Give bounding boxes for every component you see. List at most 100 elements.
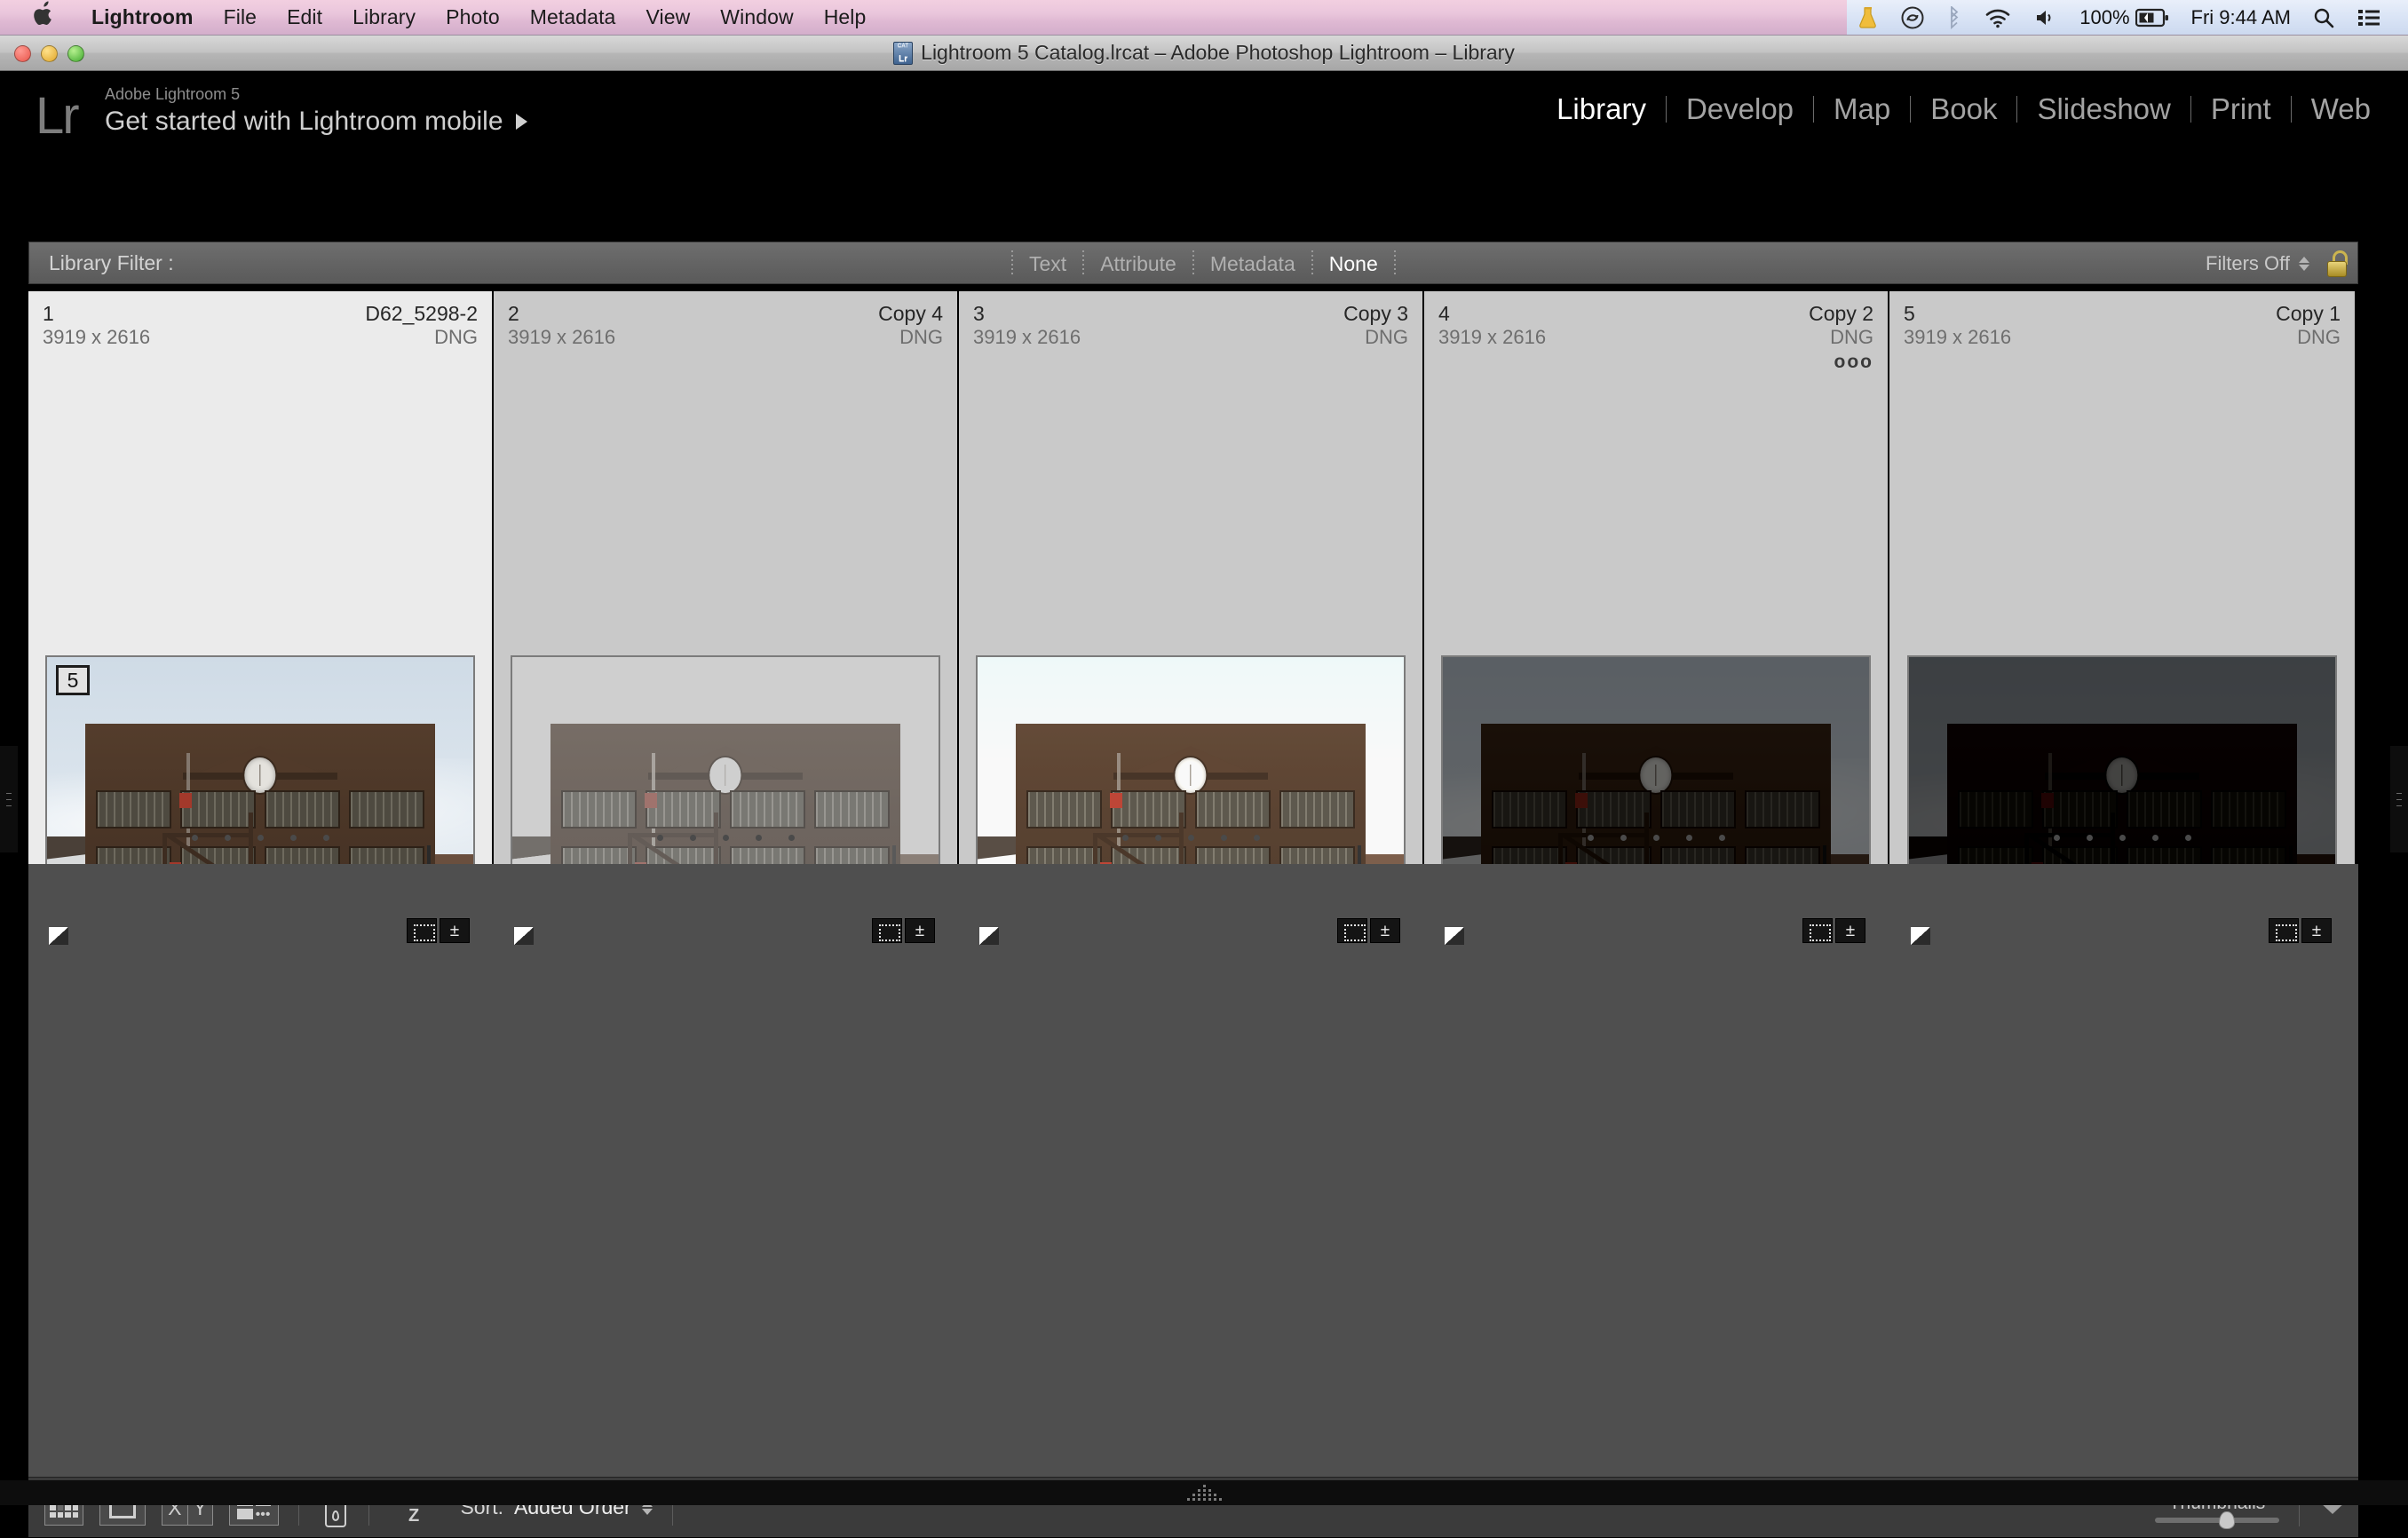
filter-tab-attribute[interactable]: Attribute [1086, 252, 1191, 276]
rating-dot[interactable] [2152, 835, 2158, 841]
develop-adjust-badge-icon[interactable]: ± [440, 918, 470, 943]
thumbnail-badges: ± [1802, 918, 1865, 943]
volume-icon[interactable] [2023, 0, 2069, 36]
padlock-open-icon[interactable] [2325, 250, 2349, 277]
menu-window[interactable]: Window [705, 0, 808, 35]
rating-dot[interactable] [2185, 835, 2191, 841]
rating-dot[interactable] [323, 835, 329, 841]
left-panel-collapse-handle[interactable] [0, 746, 18, 852]
rating-dot[interactable] [2087, 835, 2093, 841]
crop-badge-icon[interactable] [1802, 918, 1833, 943]
grid-cell[interactable]: 3 Copy 3 3919 x 2616 DNG [959, 291, 1424, 864]
rating-dot[interactable] [1719, 835, 1725, 841]
rating-dot[interactable] [192, 835, 198, 841]
clipping-corner-indicator [1911, 927, 1930, 945]
grid-cell[interactable]: 5 Copy 1 3919 x 2616 DNG [1889, 291, 2355, 864]
wifi-icon[interactable] [1973, 0, 2023, 36]
cell-index: 3 [973, 302, 985, 326]
identity-promo-row[interactable]: Get started with Lightroom mobile [105, 105, 527, 139]
module-book[interactable]: Book [1911, 92, 2016, 126]
notification-center-icon[interactable] [2346, 0, 2392, 36]
bluetooth-icon[interactable] [1936, 0, 1973, 36]
rating-dot[interactable] [2119, 835, 2126, 841]
crop-badge-icon[interactable] [407, 918, 437, 943]
menu-file[interactable]: File [209, 0, 272, 35]
cell-filename: Copy 1 [2276, 302, 2341, 326]
chevron-updown-icon[interactable] [2299, 257, 2309, 271]
module-web[interactable]: Web [2292, 92, 2390, 126]
cell-extra-badge[interactable]: ooo [1438, 354, 1873, 370]
rating-dot[interactable] [1188, 835, 1194, 841]
grid-cell[interactable]: 4 Copy 2 3919 x 2616 DNG ooo [1424, 291, 1889, 864]
rating-stars[interactable] [959, 835, 1422, 841]
flask-icon[interactable] [1847, 0, 1889, 36]
menu-photo[interactable]: Photo [431, 0, 515, 35]
filmstrip-collapse-handle[interactable] [0, 1480, 2408, 1505]
module-map[interactable]: Map [1814, 92, 1910, 126]
menu-bar-clock[interactable]: Fri 9:44 AM [2181, 6, 2301, 29]
rating-dot[interactable] [1686, 835, 1692, 841]
crop-badge-icon[interactable] [1337, 918, 1367, 943]
rating-dot[interactable] [290, 835, 297, 841]
rating-dot[interactable] [1122, 835, 1129, 841]
rating-stars[interactable] [1424, 835, 1888, 841]
rating-dot[interactable] [690, 835, 696, 841]
zoom-window-button[interactable] [67, 45, 84, 62]
empty-grid-area[interactable] [28, 864, 2358, 1477]
module-develop[interactable]: Develop [1667, 92, 1813, 126]
menu-edit[interactable]: Edit [272, 0, 337, 35]
rating-dot[interactable] [257, 835, 264, 841]
crop-badge-icon[interactable] [2269, 918, 2299, 943]
rating-dot[interactable] [1653, 835, 1659, 841]
menu-metadata[interactable]: Metadata [515, 0, 631, 35]
rating-stars[interactable] [28, 835, 492, 841]
develop-adjust-badge-icon[interactable]: ± [1370, 918, 1400, 943]
filter-tab-metadata[interactable]: Metadata [1196, 252, 1310, 276]
rating-dot[interactable] [1155, 835, 1161, 841]
rating-dot[interactable] [1588, 835, 1594, 841]
play-triangle-icon[interactable] [516, 114, 527, 130]
rating-dot[interactable] [2054, 835, 2060, 841]
module-library[interactable]: Library [1537, 92, 1666, 126]
thumbnail-size-slider[interactable] [2155, 1518, 2279, 1523]
spotlight-search-icon[interactable] [2301, 0, 2346, 36]
cell-dimensions: 3919 x 2616 [1904, 326, 2011, 349]
module-slideshow[interactable]: Slideshow [2017, 92, 2190, 126]
rating-dot[interactable] [1254, 835, 1260, 841]
develop-adjust-badge-icon[interactable]: ± [905, 918, 935, 943]
menu-help[interactable]: Help [809, 0, 882, 35]
develop-adjust-badge-icon[interactable]: ± [2301, 918, 2332, 943]
rating-dot[interactable] [723, 835, 729, 841]
minimize-window-button[interactable] [41, 45, 58, 62]
rating-dot[interactable] [788, 835, 795, 841]
rating-stars[interactable] [1889, 835, 2355, 841]
rating-dot[interactable] [756, 835, 762, 841]
menu-lightroom[interactable]: Lightroom [76, 0, 209, 35]
close-window-button[interactable] [14, 45, 31, 62]
grid-cell[interactable]: 1 D62_5298-2 3919 x 2616 DNG 5 [28, 291, 494, 864]
filters-state-label[interactable]: Filters Off [2206, 252, 2290, 275]
catalog-document-icon: CAT Lr [893, 42, 913, 65]
develop-adjust-badge-icon[interactable]: ± [1835, 918, 1865, 943]
rating-dot[interactable] [1620, 835, 1627, 841]
creative-cloud-icon[interactable] [1889, 0, 1936, 36]
apple-icon[interactable] [32, 1, 55, 32]
thumbnail-size-slider-knob[interactable] [2219, 1511, 2235, 1529]
filter-tab-text[interactable]: Text [1015, 252, 1081, 276]
battery-icon[interactable] [2134, 0, 2181, 36]
menu-view[interactable]: View [630, 0, 705, 35]
right-panel-collapse-handle[interactable] [2390, 746, 2408, 852]
rating-dot[interactable] [657, 835, 663, 841]
crop-badge-icon[interactable] [872, 918, 902, 943]
rating-stars[interactable] [494, 835, 957, 841]
filter-tab-none[interactable]: None [1315, 252, 1392, 276]
menu-bar-status-items: 100% Fri 9:44 AM [1847, 0, 2408, 35]
module-print[interactable]: Print [2191, 92, 2291, 126]
stack-count-badge[interactable]: 5 [56, 665, 90, 695]
lightroom-logo: Lr [36, 91, 78, 142]
menu-library[interactable]: Library [337, 0, 431, 35]
grid-cell[interactable]: 2 Copy 4 3919 x 2616 DNG [494, 291, 959, 864]
identity-plate[interactable]: Adobe Lightroom 5 Get started with Light… [105, 83, 527, 139]
rating-dot[interactable] [1221, 835, 1227, 841]
rating-dot[interactable] [225, 835, 231, 841]
